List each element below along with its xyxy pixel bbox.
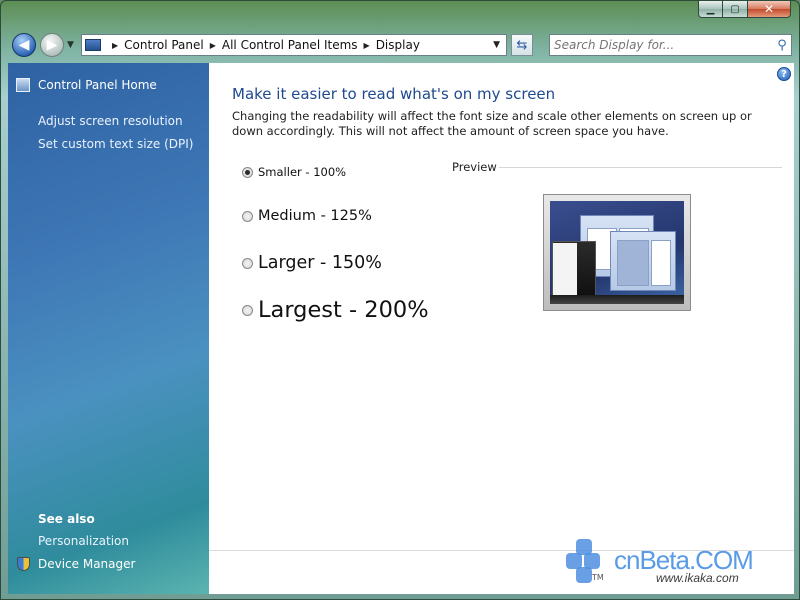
forward-button[interactable]: ▶: [40, 33, 64, 57]
preview-divider: [499, 167, 782, 168]
search-input[interactable]: [550, 38, 773, 52]
task-pane: Control Panel Home Adjust screen resolut…: [8, 63, 209, 594]
radio-smaller[interactable]: [242, 166, 253, 178]
help-icon[interactable]: ?: [777, 67, 791, 81]
watermark-url: www.ikaka.com: [656, 571, 739, 585]
personalization-link[interactable]: Personalization: [38, 534, 129, 548]
breadcrumb-separator-icon[interactable]: ▶: [210, 41, 216, 50]
caption-buttons: ▁ ▢ ✕: [698, 1, 791, 18]
control-panel-home-link[interactable]: Control Panel Home: [16, 78, 157, 92]
preview-label: Preview: [452, 160, 497, 174]
preview-taskbar: [550, 295, 684, 304]
option-medium[interactable]: Medium - 125%: [242, 208, 372, 224]
breadcrumb-all-items[interactable]: All Control Panel Items: [222, 38, 358, 52]
refresh-icon: ⇆: [516, 37, 528, 53]
custom-dpi-link[interactable]: Set custom text size (DPI): [38, 137, 193, 151]
watermark: cnBeta.COM TM www.ikaka.com: [566, 533, 784, 588]
back-arrow-icon: ◀: [18, 37, 30, 53]
preview-screen: [550, 201, 684, 304]
option-smaller-label: Smaller - 100%: [258, 165, 347, 179]
maximize-button[interactable]: ▢: [723, 1, 748, 18]
control-panel-home-label: Control Panel Home: [38, 78, 157, 92]
forward-arrow-icon: ▶: [46, 37, 58, 53]
refresh-button[interactable]: ⇆: [511, 34, 533, 56]
page-title: Make it easier to read what's on my scre…: [232, 85, 556, 103]
radio-medium[interactable]: [242, 210, 253, 222]
watermark-tm: TM: [592, 573, 604, 582]
device-manager-link[interactable]: Device Manager: [17, 557, 135, 571]
breadcrumb-separator-icon[interactable]: ▶: [364, 41, 370, 50]
device-manager-label: Device Manager: [38, 557, 136, 571]
main-content: ? Make it easier to read what's on my sc…: [209, 63, 794, 594]
option-largest-label: Largest - 200%: [258, 297, 429, 323]
watermark-hex-icon: [576, 567, 592, 583]
option-larger[interactable]: Larger - 150%: [242, 253, 382, 273]
display-control-panel-window: ▁ ▢ ✕ ◀ ▶ ▼ ▶ Control Panel ▶ All Contro…: [0, 0, 800, 600]
breadcrumb-display[interactable]: Display: [376, 38, 420, 52]
back-button[interactable]: ◀: [12, 33, 36, 57]
option-largest[interactable]: Largest - 200%: [242, 297, 429, 323]
page-description: Changing the readability will affect the…: [232, 109, 752, 138]
option-larger-label: Larger - 150%: [258, 253, 382, 273]
preview-start-menu-pane: [553, 243, 577, 297]
search-box[interactable]: ⚲: [549, 34, 792, 56]
preview-image: [543, 194, 691, 311]
see-also-heading: See also: [38, 512, 95, 526]
address-bar[interactable]: ▶ Control Panel ▶ All Control Panel Item…: [81, 34, 507, 56]
search-icon[interactable]: ⚲: [773, 38, 791, 53]
recent-pages-dropdown-icon[interactable]: ▼: [67, 40, 74, 50]
radio-largest[interactable]: [242, 304, 253, 316]
breadcrumb-separator-icon[interactable]: ▶: [112, 41, 118, 50]
preview-window-front: [610, 231, 676, 291]
option-smaller[interactable]: Smaller - 100%: [242, 165, 346, 179]
adjust-resolution-link[interactable]: Adjust screen resolution: [38, 114, 183, 128]
option-medium-label: Medium - 125%: [258, 208, 372, 224]
address-dropdown-icon[interactable]: ▼: [493, 40, 500, 50]
control-panel-icon: [85, 39, 101, 51]
uac-shield-icon: [17, 557, 30, 571]
control-panel-home-icon: [16, 78, 30, 92]
breadcrumb-control-panel[interactable]: Control Panel: [124, 38, 204, 52]
close-button[interactable]: ✕: [748, 1, 791, 18]
radio-larger[interactable]: [242, 257, 253, 269]
minimize-button[interactable]: ▁: [698, 1, 723, 18]
